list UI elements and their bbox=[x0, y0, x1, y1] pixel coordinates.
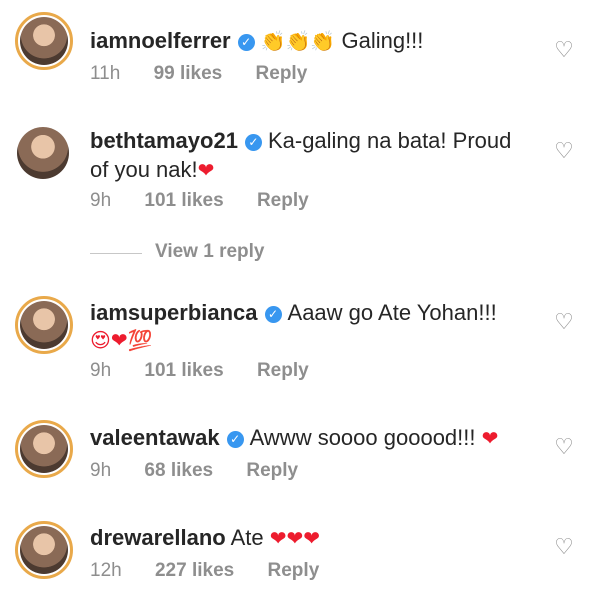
comment-body: bethtamayo21 ✓ Ka-galing na bata! Proud bbox=[90, 126, 511, 155]
verified-badge-icon: ✓ bbox=[244, 134, 262, 151]
avatar[interactable] bbox=[15, 521, 73, 579]
reply-button[interactable]: Reply bbox=[246, 459, 298, 483]
avatar-image bbox=[17, 127, 69, 179]
comment-body: iamsuperbianca ✓ Aaaw go Ate Yohan!!! bbox=[90, 298, 497, 327]
heart-emoji: ❤❤❤ bbox=[269, 526, 321, 550]
comment-text: Galing!!! bbox=[341, 28, 424, 53]
likes-count[interactable]: 101 likes bbox=[144, 189, 223, 213]
view-replies-label: View 1 reply bbox=[155, 241, 265, 262]
heart-emoji: ❤ bbox=[197, 158, 215, 182]
verified-badge-icon: ✓ bbox=[264, 306, 282, 323]
comment-text: Ate bbox=[230, 525, 264, 550]
avatar-image bbox=[20, 425, 68, 473]
comment-text: of you nak! bbox=[90, 157, 198, 182]
heart-emoji: ❤ bbox=[481, 426, 499, 450]
comment-body: valeentawak ✓ Awww soooo gooood!!! ❤ bbox=[90, 423, 498, 453]
avatar-image bbox=[20, 526, 68, 574]
heart-outline-icon[interactable]: ♡ bbox=[553, 312, 575, 334]
likes-count[interactable]: 227 likes bbox=[155, 559, 234, 583]
avatar[interactable] bbox=[17, 127, 69, 179]
comment-text: Awww soooo gooood!!! bbox=[249, 425, 476, 450]
reply-button[interactable]: Reply bbox=[257, 359, 309, 383]
comment-meta: 9h 101 likes Reply bbox=[90, 359, 309, 383]
heart-outline-icon[interactable]: ♡ bbox=[553, 141, 575, 163]
likes-count[interactable]: 99 likes bbox=[154, 62, 223, 86]
reply-button[interactable]: Reply bbox=[256, 62, 308, 86]
timestamp: 12h bbox=[90, 560, 122, 581]
reply-button[interactable]: Reply bbox=[268, 559, 320, 583]
avatar[interactable] bbox=[15, 12, 73, 70]
divider bbox=[90, 253, 142, 254]
view-replies-link[interactable]: View 1 reply bbox=[90, 241, 390, 267]
avatar[interactable] bbox=[15, 420, 73, 478]
heart-outline-icon[interactable]: ♡ bbox=[553, 40, 575, 62]
username[interactable]: iamsuperbianca bbox=[90, 300, 258, 325]
avatar-image bbox=[20, 17, 68, 65]
username[interactable]: bethtamayo21 bbox=[90, 128, 238, 153]
heart-outline-icon[interactable]: ♡ bbox=[553, 537, 575, 559]
verified-badge-icon: ✓ bbox=[237, 34, 255, 51]
comment-body-continued: 😍❤💯 bbox=[90, 325, 153, 355]
username[interactable]: drewarellano bbox=[90, 525, 226, 550]
comment-text: Aaaw go Ate Yohan!!! bbox=[287, 300, 497, 325]
likes-count[interactable]: 68 likes bbox=[144, 459, 213, 483]
username[interactable]: valeentawak bbox=[90, 425, 220, 450]
heart-outline-icon[interactable]: ♡ bbox=[553, 437, 575, 459]
timestamp: 9h bbox=[90, 190, 112, 211]
clapping-emoji: 👏👏👏 bbox=[260, 29, 336, 53]
comment-text: Ka-galing na bata! Proud bbox=[267, 128, 512, 153]
comment-meta: 9h 101 likes Reply bbox=[90, 189, 309, 213]
comment-body-continued: of you nak!❤ bbox=[90, 155, 214, 185]
comment-meta: 12h 227 likes Reply bbox=[90, 559, 319, 583]
reply-button[interactable]: Reply bbox=[257, 189, 309, 213]
verified-badge-icon: ✓ bbox=[226, 431, 244, 448]
timestamp: 9h bbox=[90, 360, 112, 381]
timestamp: 11h bbox=[90, 63, 121, 84]
username[interactable]: iamnoelferrer bbox=[90, 28, 231, 53]
comment-meta: 9h 68 likes Reply bbox=[90, 459, 298, 483]
comment-meta: 11h 99 likes Reply bbox=[90, 62, 307, 86]
timestamp: 9h bbox=[90, 460, 112, 481]
avatar-image bbox=[20, 301, 68, 349]
comment-body: iamnoelferrer ✓ 👏👏👏 Galing!!! bbox=[90, 26, 423, 56]
emoji-row: 😍❤💯 bbox=[90, 328, 153, 352]
likes-count[interactable]: 101 likes bbox=[144, 359, 223, 383]
comment-body: drewarellano Ate ❤❤❤ bbox=[90, 523, 320, 553]
avatar[interactable] bbox=[15, 296, 73, 354]
